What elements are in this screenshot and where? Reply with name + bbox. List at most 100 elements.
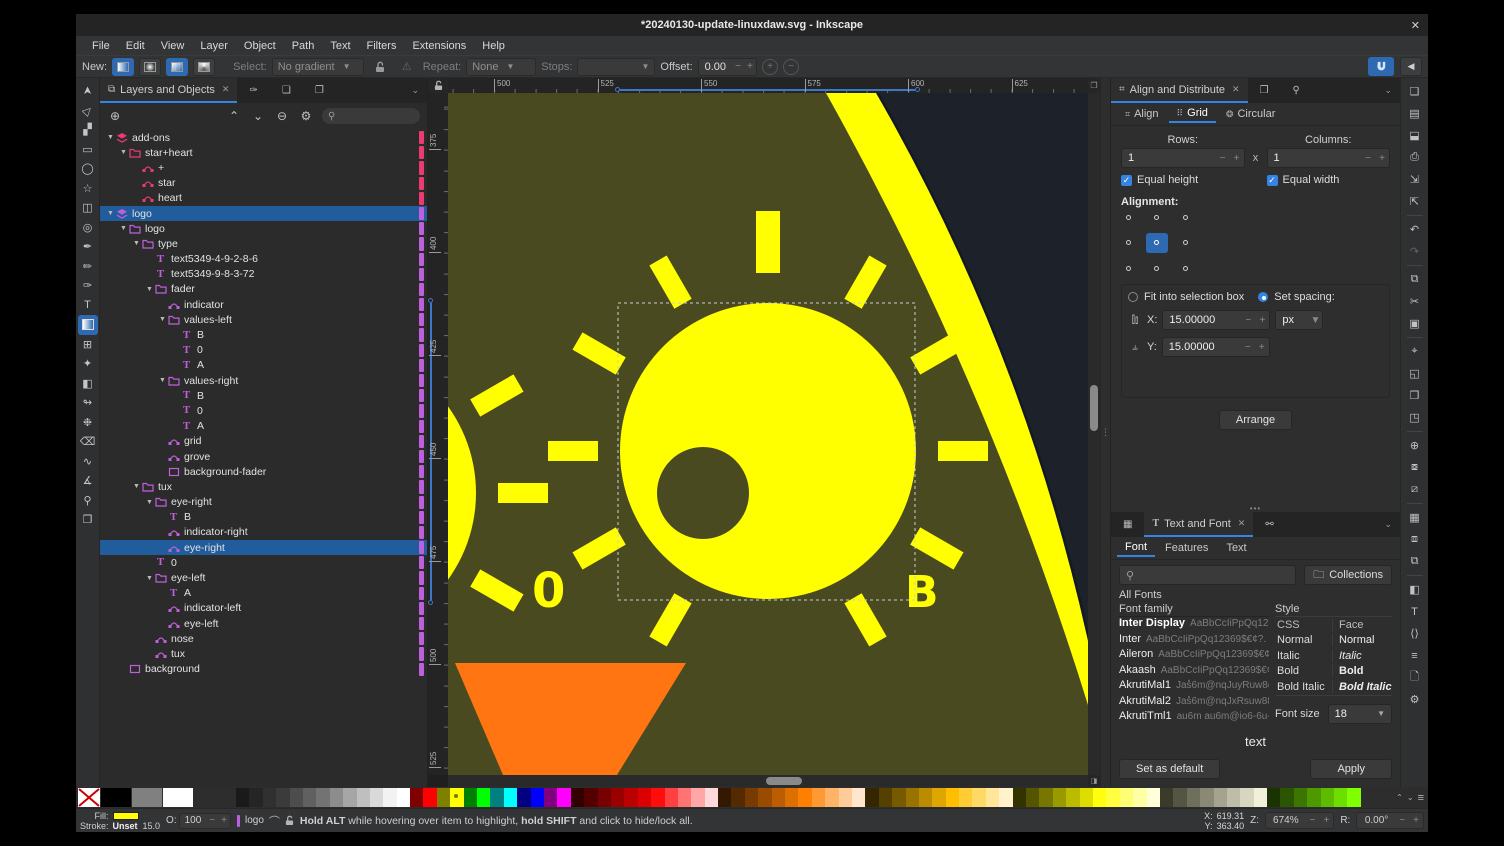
font-family-row[interactable]: AileronAaBbCcIiPpQq12369$€¢ <box>1119 648 1269 664</box>
insert-stop-button[interactable]: + <box>762 59 778 75</box>
layer-settings-button[interactable]: ⚙ <box>297 109 315 123</box>
columns-increment[interactable]: + <box>1375 153 1389 164</box>
expander-icon[interactable]: ▼ <box>119 149 128 156</box>
horizontal-ruler[interactable]: 500525550575600625 <box>448 78 1088 93</box>
stops-dropdown[interactable]: ▼ <box>577 58 655 76</box>
palette-swatch[interactable] <box>772 788 785 807</box>
layer-row-nose[interactable]: nose <box>100 631 427 646</box>
palette-scroll-up-icon[interactable]: ⌃ <box>1396 793 1403 802</box>
mesh-gradient-button[interactable] <box>166 58 188 76</box>
palette-swatch[interactable] <box>517 788 530 807</box>
palette-swatch[interactable] <box>745 788 758 807</box>
palette-swatch[interactable] <box>132 788 162 807</box>
palette-swatch[interactable] <box>263 788 276 807</box>
add-layer-button[interactable]: ⊕ <box>106 109 124 123</box>
command-unlink-clone[interactable]: ⧄ <box>1404 479 1426 500</box>
palette-swatch[interactable] <box>316 788 329 807</box>
palette-swatch[interactable] <box>798 788 811 807</box>
expander-icon[interactable]: ▼ <box>106 210 115 217</box>
align-anchor-top[interactable] <box>1146 212 1168 232</box>
rows-spinbox[interactable]: 1 − + <box>1121 148 1245 168</box>
palette-swatch[interactable] <box>504 788 517 807</box>
align-anchor-bottom[interactable] <box>1146 254 1168 274</box>
layer-row-eye-left[interactable]: eye-left <box>100 616 427 631</box>
menu-file[interactable]: File <box>84 39 118 53</box>
palette-swatch[interactable] <box>665 788 678 807</box>
layer-row-tux[interactable]: tux <box>100 646 427 661</box>
command-zoom-to-drawing[interactable]: ◱ <box>1404 363 1426 384</box>
palette-swatch[interactable] <box>249 788 262 807</box>
palette-swatch[interactable] <box>290 788 303 807</box>
rows-decrement[interactable]: − <box>1216 153 1230 164</box>
panel-resize-grip[interactable]: ••• <box>1111 504 1400 512</box>
palette-swatch[interactable] <box>1080 788 1093 807</box>
vertical-scrollbar[interactable] <box>1088 93 1100 775</box>
layer-row-text5349-4-9-2-8-6[interactable]: Ttext5349-4-9-2-8-6 <box>100 252 427 267</box>
palette-swatch[interactable] <box>1013 788 1026 807</box>
palette-swatch[interactable] <box>919 788 932 807</box>
palette-swatch[interactable] <box>571 788 584 807</box>
palette-swatch[interactable] <box>1294 788 1307 807</box>
menu-layer[interactable]: Layer <box>192 39 236 53</box>
equal-width-checkbox[interactable]: ✓ Equal width <box>1267 174 1391 186</box>
palette-swatch[interactable] <box>986 788 999 807</box>
layer-row-a[interactable]: TA <box>100 358 427 373</box>
palette-swatch[interactable] <box>397 788 410 807</box>
palette-swatch[interactable] <box>972 788 985 807</box>
tool-pages[interactable]: ❐ <box>78 510 98 530</box>
palette-swatch[interactable] <box>1053 788 1066 807</box>
menu-view[interactable]: View <box>153 39 193 53</box>
palette-swatch[interactable] <box>343 788 356 807</box>
zoom-spinbox[interactable]: 674% − + <box>1265 812 1334 829</box>
layer-row-0[interactable]: T0 <box>100 555 427 570</box>
command-ungroup[interactable]: ⧉ <box>1404 551 1426 572</box>
tool-tweak[interactable]: ↬ <box>78 393 98 413</box>
x-increment[interactable]: + <box>1255 315 1269 326</box>
command-text-dialog[interactable]: T <box>1404 601 1426 622</box>
expander-icon[interactable]: ▼ <box>158 316 167 323</box>
font-collection-value[interactable]: All Fonts <box>1111 588 1400 602</box>
palette-swatch[interactable] <box>101 788 131 807</box>
palette-swatch[interactable] <box>852 788 865 807</box>
command-save-document[interactable]: ⬓ <box>1404 125 1426 146</box>
tool-connector[interactable]: ∿ <box>78 452 98 472</box>
palette-swatch[interactable] <box>1334 788 1347 807</box>
font-search-input[interactable]: ⚲ <box>1119 565 1296 585</box>
tool-spray[interactable]: ❉ <box>78 413 98 433</box>
font-style-row[interactable]: ItalicItalic <box>1275 648 1392 664</box>
layer-row-0[interactable]: T0 <box>100 403 427 418</box>
layer-row-type[interactable]: ▼type <box>100 236 427 251</box>
tool-spiral[interactable]: ◎ <box>78 218 98 238</box>
expander-icon[interactable]: ▼ <box>145 499 154 506</box>
menu-filters[interactable]: Filters <box>359 39 405 53</box>
align-anchor-bottom-left[interactable] <box>1123 254 1145 274</box>
remove-object-button[interactable]: ⊖ <box>273 109 291 123</box>
palette-swatch[interactable] <box>276 788 289 807</box>
palette-swatch[interactable] <box>163 788 193 807</box>
menu-extensions[interactable]: Extensions <box>404 39 474 53</box>
layer-row-grove[interactable]: grove <box>100 449 427 464</box>
layers-search-input[interactable]: ⚲ <box>321 107 421 125</box>
palette-swatch[interactable] <box>1160 788 1173 807</box>
palette-swatch[interactable] <box>330 788 343 807</box>
layer-row-add-ons[interactable]: ▼add-ons <box>100 130 427 145</box>
layer-row-0[interactable]: T0 <box>100 343 427 358</box>
layer-row-logo[interactable]: ▼logo <box>100 206 427 221</box>
horizontal-scrollbar-thumb[interactable] <box>766 777 802 785</box>
layer-row-logo[interactable]: ▼logo <box>100 221 427 236</box>
x-decrement[interactable]: − <box>1241 315 1255 326</box>
palette-swatch[interactable] <box>731 788 744 807</box>
palette-swatch[interactable] <box>1093 788 1106 807</box>
layer-row-b[interactable]: TB <box>100 388 427 403</box>
subtab-align[interactable]: ⌗Align <box>1117 106 1167 122</box>
guide-lock-corner[interactable] <box>428 78 448 93</box>
command-xml-editor[interactable]: ⟨⟩ <box>1404 623 1426 644</box>
command-document-properties[interactable]: 🗋 <box>1404 667 1426 688</box>
opacity-spinbox[interactable]: 100 − + <box>179 813 231 829</box>
palette-swatch[interactable] <box>437 788 450 807</box>
palette-swatch[interactable] <box>651 788 664 807</box>
close-tab-icon[interactable]: ✕ <box>1238 518 1246 529</box>
conical-gradient-button[interactable] <box>193 58 215 76</box>
link-gradients-lock-icon[interactable] <box>369 56 391 77</box>
subtab-text[interactable]: Text <box>1218 540 1254 556</box>
